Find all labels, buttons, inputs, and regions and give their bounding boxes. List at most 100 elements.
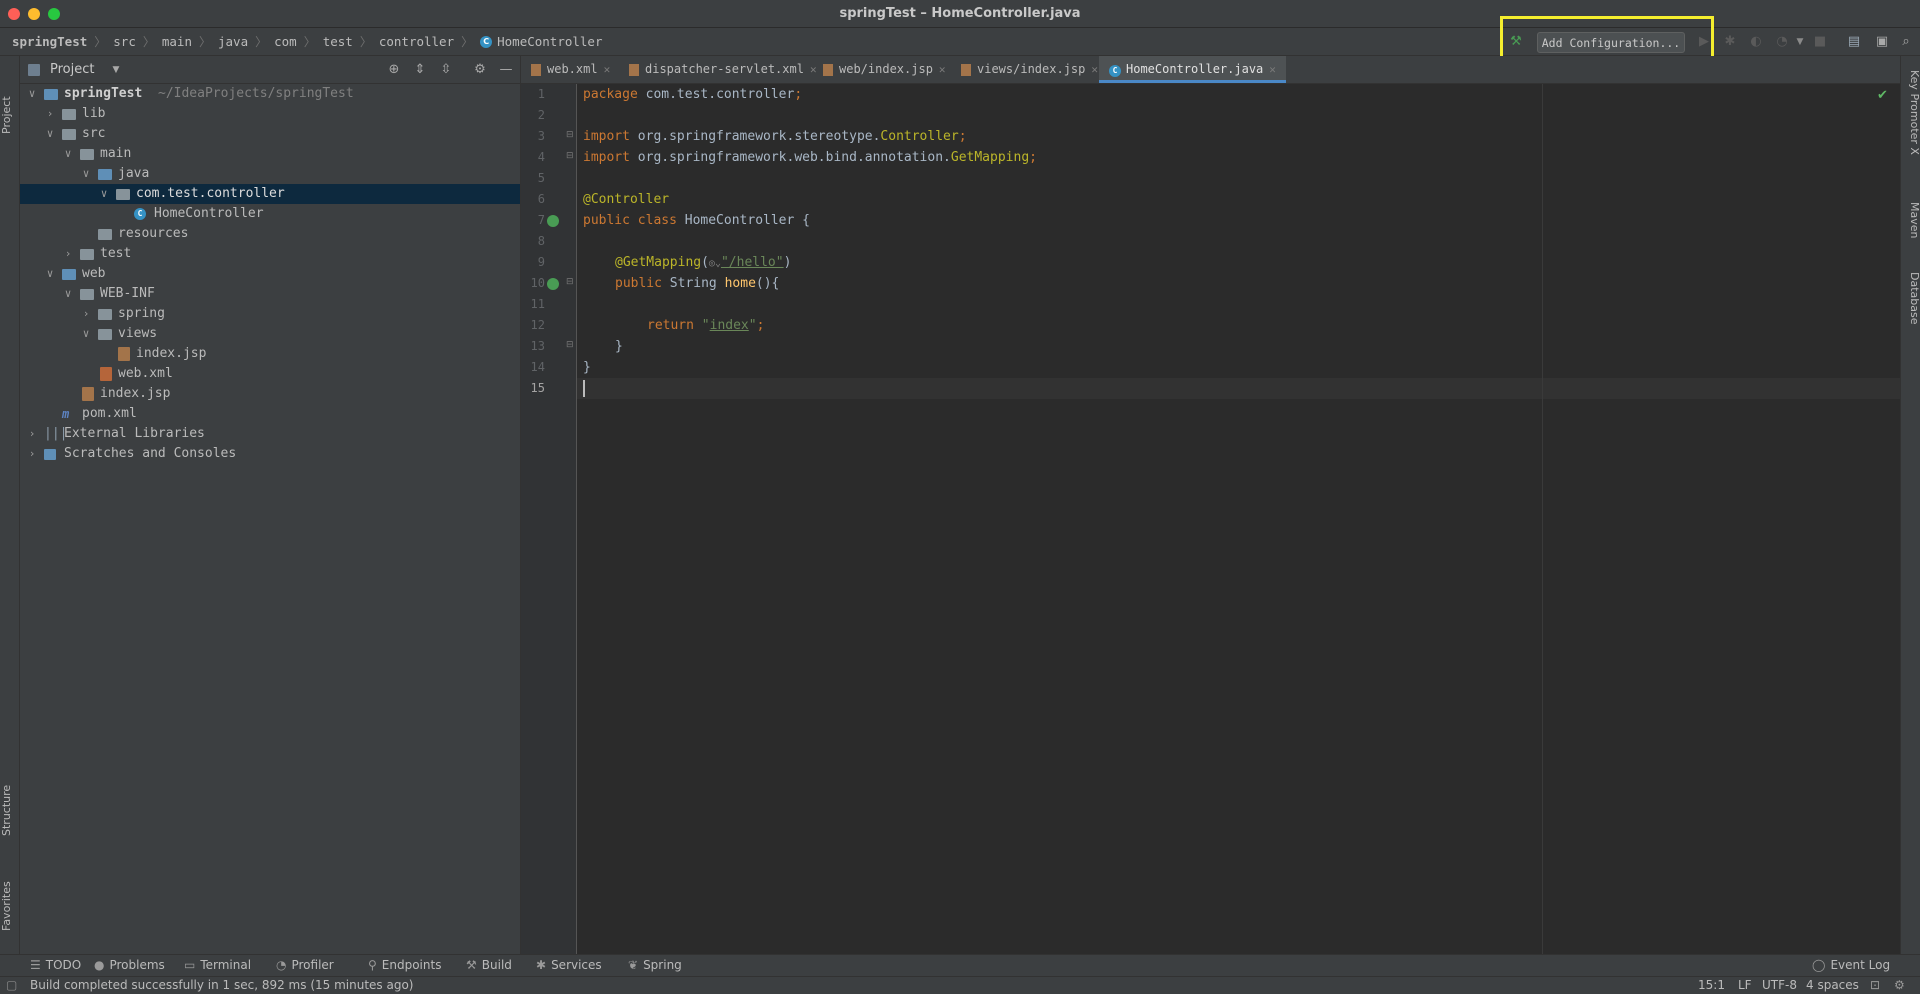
close-icon[interactable]: ✕ (810, 63, 817, 76)
tab-views-index-jsp[interactable]: views/index.jsp ✕ (961, 56, 1098, 83)
database-tool-tab[interactable]: Database (1901, 272, 1920, 342)
tree-item-index-jsp[interactable]: index.jsp (20, 384, 520, 404)
tree-item-web[interactable]: ∨ web (20, 264, 520, 284)
tree-item-web-xml[interactable]: web.xml (20, 364, 520, 384)
tree-item-external-libraries[interactable]: › ||| External Libraries (20, 424, 520, 444)
run-dropdown-icon[interactable]: ▼ (1792, 34, 1808, 50)
tree-item-pom-xml[interactable]: m pom.xml (20, 404, 520, 424)
tree-item-springtest[interactable]: ∨ springTest ~/IdeaProjects/springTest (20, 84, 520, 104)
chevron-right-icon[interactable]: › (26, 424, 38, 444)
tree-item-main[interactable]: ∨ main (20, 144, 520, 164)
breadcrumb-src[interactable]: src (113, 34, 136, 49)
breadcrumb-java[interactable]: java (218, 34, 248, 49)
chevron-down-icon[interactable]: ∨ (26, 84, 38, 104)
maven-tool-tab[interactable]: Maven (1901, 202, 1920, 252)
terminal-tool-button[interactable]: ▭ Terminal (184, 958, 251, 972)
breadcrumb-com[interactable]: com (274, 34, 297, 49)
fold-icon[interactable]: ⊟ (566, 340, 574, 350)
debug-icon[interactable]: ✱ (1722, 34, 1738, 50)
tree-item-homecontroller[interactable]: C HomeController (20, 204, 520, 224)
line-separator[interactable]: LF (1738, 978, 1752, 992)
close-icon[interactable]: ✕ (604, 63, 611, 76)
tree-item-test[interactable]: › test (20, 244, 520, 264)
close-icon[interactable]: ✕ (939, 63, 946, 76)
code-line-6: @Controller (583, 192, 670, 207)
tab-homecontroller-java[interactable]: C HomeController.java ✕ (1099, 56, 1286, 83)
profile-icon[interactable]: ◔ (1774, 34, 1790, 50)
close-icon[interactable]: ✕ (1269, 63, 1276, 76)
project-view-dropdown-icon[interactable]: ▼ (108, 62, 124, 78)
chevron-down-icon[interactable]: ∨ (62, 284, 74, 304)
coverage-icon[interactable]: ◐ (1748, 34, 1764, 50)
tree-item-views[interactable]: ∨ views (20, 324, 520, 344)
spring-bean-icon[interactable] (547, 215, 559, 227)
project-structure-icon[interactable]: ▤ (1846, 34, 1862, 50)
tree-item-lib[interactable]: › lib (20, 104, 520, 124)
build-hammer-icon[interactable]: ⚒ (1508, 34, 1524, 50)
breadcrumb-controller[interactable]: controller (379, 34, 454, 49)
tree-item-src[interactable]: ∨ src (20, 124, 520, 144)
chevron-down-icon[interactable]: ∨ (98, 184, 110, 204)
tree-item-web-inf[interactable]: ∨ WEB-INF (20, 284, 520, 304)
tree-item-scratches[interactable]: › Scratches and Consoles (20, 444, 520, 464)
chevron-right-icon[interactable]: › (44, 104, 56, 124)
project-panel-title[interactable]: Project (50, 62, 94, 77)
settings-gear-icon[interactable]: ⚙ (472, 62, 488, 78)
chevron-down-icon[interactable]: ∨ (80, 164, 92, 184)
run-icon[interactable]: ▶ (1696, 34, 1712, 50)
fold-icon[interactable]: ⊟ (566, 130, 574, 140)
chevron-down-icon[interactable]: ∨ (80, 324, 92, 344)
toggle-tool-windows-icon[interactable]: ▢ (6, 978, 17, 992)
close-icon[interactable]: ✕ (1091, 63, 1098, 76)
tab-web-index-jsp[interactable]: web/index.jsp ✕ (823, 56, 946, 83)
status-message[interactable]: Build completed successfully in 1 sec, 8… (30, 978, 413, 992)
spring-tool-button[interactable]: ❦ Spring (628, 958, 682, 972)
fold-icon[interactable]: ⊟ (566, 277, 574, 287)
problems-tool-button[interactable]: ● Problems (94, 958, 165, 972)
add-configuration-button[interactable]: Add Configuration... (1537, 32, 1685, 53)
services-tool-button[interactable]: ✱ Services (536, 958, 602, 972)
expand-all-icon[interactable]: ⇕ (412, 62, 428, 78)
breadcrumb-project[interactable]: springTest (12, 34, 87, 49)
tree-item-spring[interactable]: › spring (20, 304, 520, 324)
project-tool-tab[interactable]: Project (0, 64, 20, 134)
breadcrumb-test[interactable]: test (323, 34, 353, 49)
chevron-down-icon[interactable]: ∨ (62, 144, 74, 164)
tab-dispatcher-servlet-xml[interactable]: dispatcher-servlet.xml ✕ (629, 56, 817, 83)
event-log-button[interactable]: ◯ Event Log (1812, 958, 1890, 972)
chevron-down-icon[interactable]: ∨ (44, 264, 56, 284)
search-icon[interactable]: ⌕ (1898, 34, 1914, 50)
endpoints-tool-button[interactable]: ⚲ Endpoints (368, 958, 441, 972)
lock-icon[interactable]: ⊡ (1870, 978, 1880, 992)
file-encoding[interactable]: UTF-8 (1762, 978, 1797, 992)
tab-web-xml[interactable]: web.xml ✕ (531, 56, 610, 83)
code-editor[interactable]: 1 2 3 4 5 6 7 8 9 10 11 12 13 14 15 ⊟ ⊟ … (521, 84, 1900, 954)
code-with-me-icon[interactable]: ▣ (1874, 34, 1890, 50)
collapse-all-icon[interactable]: ⇳ (438, 62, 454, 78)
todo-tool-button[interactable]: ☰ TODO (30, 958, 81, 972)
tree-item-resources[interactable]: resources (20, 224, 520, 244)
locate-file-icon[interactable]: ⊕ (386, 62, 402, 78)
spring-mapping-icon[interactable] (547, 278, 559, 290)
indent-setting[interactable]: 4 spaces (1806, 978, 1859, 992)
favorites-tool-tab[interactable]: Favorites (0, 861, 20, 931)
tree-item-com-test-controller[interactable]: ∨ com.test.controller (20, 184, 520, 204)
chevron-right-icon[interactable]: › (62, 244, 74, 264)
chevron-right-icon[interactable]: › (26, 444, 38, 464)
hide-panel-icon[interactable]: — (498, 62, 514, 78)
build-tool-button[interactable]: ⚒ Build (466, 958, 512, 972)
key-promoter-tool-tab[interactable]: Key Promoter X (1901, 70, 1920, 180)
chevron-down-icon[interactable]: ∨ (44, 124, 56, 144)
breadcrumb-main[interactable]: main (162, 34, 192, 49)
caret-position[interactable]: 15:1 (1698, 978, 1725, 992)
breadcrumb-homecontroller[interactable]: HomeController (497, 34, 602, 49)
inspection-ok-check-icon[interactable]: ✔ (1877, 88, 1888, 103)
structure-tool-tab[interactable]: Structure (0, 766, 20, 836)
chevron-right-icon[interactable]: › (80, 304, 92, 324)
inspector-icon[interactable]: ⚙ (1894, 978, 1905, 992)
stop-icon[interactable]: ■ (1812, 34, 1828, 50)
tree-item-java[interactable]: ∨ java (20, 164, 520, 184)
fold-icon[interactable]: ⊟ (566, 151, 574, 161)
tree-item-views-index-jsp[interactable]: index.jsp (20, 344, 520, 364)
profiler-tool-button[interactable]: ◔ Profiler (276, 958, 334, 972)
